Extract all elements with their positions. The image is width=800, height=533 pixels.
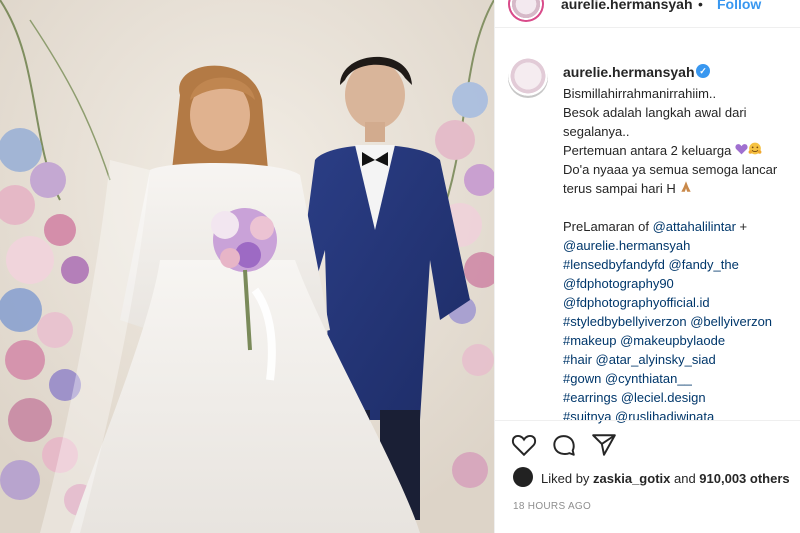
caption-line: #hair @atar_alyinsky_siad [563,350,799,369]
hashtag-link[interactable]: #gown [563,371,601,386]
hashtag-link[interactable]: #makeup [563,333,616,348]
hashtag-link[interactable]: #styledbybellyiverzon [563,314,687,329]
post-photo[interactable] [0,0,494,533]
mention-link[interactable]: @fdphotography90 [563,274,799,293]
caption-line: Pertemuan antara 2 keluarga [563,141,799,160]
hugging-face-icon [748,142,762,155]
actions-divider [495,420,800,421]
mention-link[interactable]: @aurelie.hermansyah [563,236,799,255]
mention-link[interactable]: @attahalilintar [653,219,736,234]
caption-line: #suitnya @ruslihadiwinata [563,407,799,426]
hashtag-link[interactable]: #lensedbyfandyfd [563,257,665,272]
caption-line: #lensedbyfandyfd @fandy_the [563,255,799,274]
verified-badge-icon: ✓ [696,64,710,78]
wedding-photo-illustration [0,0,494,533]
post-caption: Bismillahirrahmanirrahiim.. Besok adalah… [563,84,799,426]
caption-text: + [735,219,748,234]
liked-by-text: Liked by zaskia_gotix and 910,003 others [541,471,790,486]
caption-text: Pertemuan antara 2 keluarga [563,143,735,158]
like-heart-icon[interactable] [511,432,537,458]
mention-link[interactable]: @ruslihadiwinata [611,409,714,424]
liked-suffix[interactable]: others [746,471,790,486]
liked-prefix: Liked by [541,471,594,486]
hashtag-link[interactable]: #suitnya [563,409,611,424]
caption-avatar[interactable] [508,58,548,98]
liked-by-user[interactable]: zaskia_gotix [593,471,670,486]
post-side-panel: aurelie.hermansyah • Follow aurelie.herm… [494,0,800,533]
share-icon[interactable] [591,432,617,458]
caption-line: segalanya.. [563,124,630,139]
caption-text: PreLamaran of [563,219,653,234]
caption-line: #earrings @leciel.design [563,388,799,407]
caption-line: Bismillahirrahmanirrahiim.. [563,86,717,101]
liked-by-avatar[interactable] [513,467,533,487]
header-avatar[interactable] [508,0,544,22]
mention-link[interactable]: @bellyiverzon [687,314,772,329]
post-header: aurelie.hermansyah • Follow [495,0,800,28]
likes-count[interactable]: 910,003 [699,471,746,486]
mention-link[interactable]: @atar_alyinsky_siad [592,352,716,367]
caption-line: PreLamaran of @attahalilintar + [563,217,799,236]
mention-link[interactable]: @fdphotographyofficial.id [563,293,799,312]
mention-link[interactable]: @fandy_the [665,257,739,272]
caption-line: #styledbybellyiverzon @bellyiverzon [563,312,799,331]
mention-link[interactable]: @cynthiatan__ [601,371,692,386]
purple-heart-icon [735,144,748,155]
header-separator: • [698,0,703,12]
header-username[interactable]: aurelie.hermansyah [561,0,693,12]
caption-text: terus sampai hari H [563,181,680,196]
post-timestamp[interactable]: 18 HOURS AGO [513,501,591,512]
folded-hands-icon [681,181,691,192]
caption-line: #gown @cynthiatan__ [563,369,799,388]
follow-button[interactable]: Follow [717,0,761,12]
mention-link[interactable]: @makeupbylaode [616,333,725,348]
liked-mid: and [670,471,700,486]
mention-link[interactable]: @leciel.design [617,390,706,405]
caption-username[interactable]: aurelie.hermansyah [563,64,695,80]
comment-icon[interactable] [551,432,577,458]
caption-line: Besok adalah langkah awal dari [563,105,747,120]
hashtag-link[interactable]: #hair [563,352,592,367]
caption-line: Do'a nyaaa ya semua semoga lancar [563,162,778,177]
hashtag-link[interactable]: #earrings [563,390,617,405]
caption-line: terus sampai hari H [563,179,799,198]
caption-line: #makeup @makeupbylaode [563,331,799,350]
